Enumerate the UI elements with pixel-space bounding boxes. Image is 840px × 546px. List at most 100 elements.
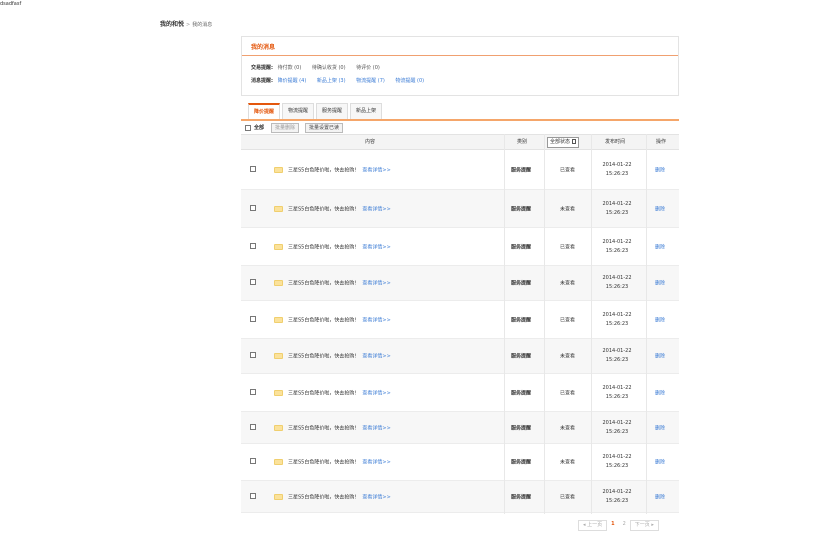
view-details-link[interactable]: 查看详情>>: [362, 317, 390, 323]
trade-pending-pay[interactable]: 待付款 (0): [278, 65, 302, 71]
row-checkbox-cell: [250, 204, 256, 213]
publish-time: 2014-01-22 15:26:23: [602, 274, 632, 292]
message-title: 三星S5白色降价啦，快去抢购!: [288, 425, 357, 431]
message-title: 三星S5白色降价啦，快去抢购!: [288, 317, 357, 323]
row-checkbox[interactable]: [250, 204, 256, 211]
publish-time: 2014-01-22 15:26:23: [602, 488, 632, 506]
message-title-cell: 三星S5白色降价啦，快去抢购! 查看详情>>: [288, 424, 391, 431]
row-checkbox-cell: [250, 458, 256, 466]
row-checkbox[interactable]: [250, 165, 256, 172]
row-checkbox[interactable]: [250, 242, 256, 249]
message-title-cell: 三星S5白色降价啦，快去抢购! 查看详情>>: [288, 353, 391, 360]
next-page-button[interactable]: 下一页 ▸: [629, 520, 659, 531]
message-status: 已查看: [560, 494, 576, 500]
publish-date: 2014-01-22: [602, 454, 632, 460]
column-divider: [544, 134, 545, 514]
view-details-link[interactable]: 查看详情>>: [362, 425, 390, 431]
message-type: 服务提醒: [511, 390, 532, 396]
page-2[interactable]: 2: [619, 520, 630, 531]
delete-link[interactable]: 删除: [655, 389, 665, 396]
delete-link[interactable]: 删除: [655, 493, 665, 500]
dropdown-arrow-icon: [572, 139, 577, 144]
message-title-cell: 三星S5白色降价啦，快去抢购! 查看详情>>: [288, 243, 391, 250]
column-divider: [591, 134, 592, 514]
delete-link[interactable]: 删除: [655, 353, 665, 360]
new-arrival-link[interactable]: 新品上架 (3): [317, 78, 346, 84]
view-details-link[interactable]: 查看详情>>: [362, 244, 390, 250]
delete-link[interactable]: 删除: [655, 205, 665, 212]
price-drop-link[interactable]: 降价提醒 (4): [278, 78, 307, 84]
view-details-link[interactable]: 查看详情>>: [362, 354, 390, 360]
batch-mark-read-button[interactable]: 批量设置已读: [305, 122, 344, 133]
debug-text: dsadfasf: [0, 1, 22, 7]
row-checkbox[interactable]: [250, 492, 256, 499]
delete-link[interactable]: 删除: [655, 243, 665, 250]
header-op: 操作: [656, 139, 667, 145]
publish-clock: 15:26:23: [605, 393, 629, 400]
breadcrumb-separator: >: [186, 22, 191, 28]
table-row: 三星S5白色降价啦，快去抢购! 查看详情>> 服务提醒 已查看 2014-01-22 15…: [241, 150, 679, 190]
tab-new-arrival[interactable]: 新品上架: [350, 103, 383, 119]
message-tabs: 降价提醒 物流提醒 服务提醒 新品上架: [248, 103, 384, 120]
page-1[interactable]: 1: [607, 520, 618, 531]
breadcrumb-root[interactable]: 我的和悦: [160, 21, 184, 28]
row-checkbox-cell: [250, 352, 256, 360]
tab-price-drop[interactable]: 降价提醒: [248, 103, 281, 119]
message-reminder-row: 消息提醒: 降价提醒 (4) 新品上架 (3) 物流提醒 (7) 物流提醒 (0…: [251, 77, 433, 84]
view-details-link[interactable]: 查看详情>>: [362, 494, 390, 500]
delete-link[interactable]: 删除: [655, 316, 665, 323]
trade-pending-review[interactable]: 待评价 (0): [356, 65, 380, 71]
trade-pending-receipt[interactable]: 待确认收货 (0): [312, 65, 346, 71]
publish-date: 2014-01-22: [602, 488, 632, 495]
view-details-link[interactable]: 查看详情>>: [362, 206, 390, 212]
breadcrumb-current: 我的消息: [192, 22, 213, 28]
view-details-link[interactable]: 查看详情>>: [362, 167, 390, 173]
logistics-link[interactable]: 物流提醒 (7): [356, 78, 385, 84]
message-type: 服务提醒: [511, 317, 532, 323]
table-row: 三星S5白色降价啦，快去抢购! 查看详情>> 服务提醒 已查看 2014-01-22 15…: [241, 301, 679, 339]
publish-time: 2014-01-22 15:26:23: [602, 419, 632, 437]
row-checkbox[interactable]: [250, 279, 256, 285]
message-title-cell: 三星S5白色降价啦，快去抢购! 查看详情>>: [288, 316, 391, 323]
prev-page-button[interactable]: ◂ 上一页: [578, 520, 608, 531]
delete-link[interactable]: 删除: [655, 459, 665, 466]
message-title-cell: 三星S5白色降价啦，快去抢购! 查看详情>>: [288, 389, 391, 396]
envelope-icon: [274, 243, 283, 250]
view-details-link[interactable]: 查看详情>>: [362, 390, 390, 396]
publish-clock: 15:26:23: [605, 320, 629, 327]
message-status: 已查看: [560, 317, 576, 323]
publish-date: 2014-01-22: [602, 384, 632, 391]
status-filter-dropdown[interactable]: 全部状态: [547, 137, 580, 148]
publish-time: 2014-01-22 15:26:23: [602, 384, 632, 402]
delete-link[interactable]: 删除: [655, 166, 665, 173]
row-checkbox[interactable]: [250, 423, 256, 430]
message-status: 未查看: [560, 459, 576, 466]
publish-time: 2014-01-22 15:26:23: [602, 238, 632, 256]
delete-link[interactable]: 删除: [655, 424, 665, 431]
logistics-link-2[interactable]: 物流提醒 (0): [395, 78, 424, 84]
message-table: 内容 类别 全部状态 发布时间 操作 三星S5白色降价啦，快去抢购! 查看详情>>…: [241, 134, 679, 514]
table-row: 三星S5白色降价啦，快去抢购! 查看详情>> 服务提醒 已查看 2014-01-22 15…: [241, 374, 679, 412]
row-checkbox[interactable]: [250, 388, 256, 395]
tab-logistics[interactable]: 物流提醒: [282, 103, 315, 119]
message-title: 三星S5白色降价啦，快去抢购!: [288, 353, 357, 360]
view-details-link[interactable]: 查看详情>>: [362, 460, 390, 466]
delete-link[interactable]: 删除: [655, 280, 665, 287]
table-row: 三星S5白色降价啦，快去抢购! 查看详情>> 服务提醒 未查看 2014-01-22 15…: [241, 190, 679, 228]
message-title: 三星S5白色降价啦，快去抢购!: [288, 167, 357, 173]
row-checkbox[interactable]: [250, 458, 256, 464]
toolbar: 全部 批量删除 批量设置已读: [245, 122, 349, 133]
envelope-icon: [274, 205, 283, 212]
message-status: 未查看: [560, 353, 576, 360]
row-checkbox[interactable]: [250, 315, 256, 322]
message-status: 未查看: [560, 425, 576, 431]
view-details-link[interactable]: 查看详情>>: [362, 281, 390, 287]
select-all-label: 全部: [254, 125, 265, 131]
batch-delete-button[interactable]: 批量删除: [271, 122, 300, 133]
row-checkbox[interactable]: [250, 352, 256, 358]
publish-time: 2014-01-22 15:26:23: [602, 161, 632, 179]
tab-service[interactable]: 服务提醒: [316, 103, 349, 119]
message-title: 三星S5白色降价啦，快去抢购!: [288, 244, 357, 250]
select-all-checkbox[interactable]: [245, 124, 251, 131]
column-divider: [504, 134, 505, 514]
